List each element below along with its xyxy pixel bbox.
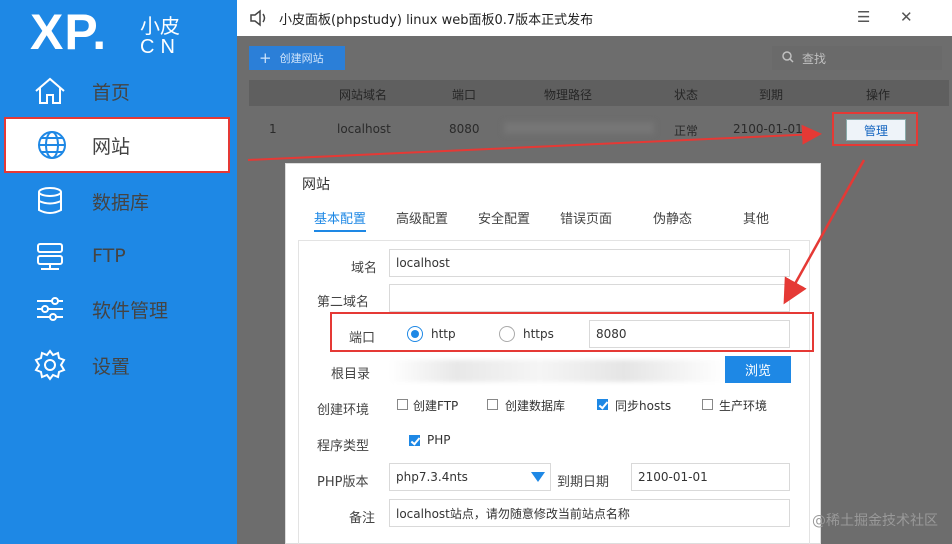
manage-button[interactable]: 管理: [846, 119, 906, 141]
sliders-icon: [32, 291, 68, 327]
sidebar: XP. 小皮 CN 首页 网站 数据库 FTP 软件管理 设置: [0, 0, 237, 544]
search-placeholder: 查找: [802, 51, 827, 66]
table-header: 网站域名 端口 物理路径 状态 到期 操作: [249, 80, 949, 106]
window-title: 小皮面板(phpstudy) linux web面板0.7版本正式发布: [279, 13, 594, 28]
gear-icon: [32, 347, 68, 383]
sidebar-item-software[interactable]: 软件管理: [0, 282, 237, 336]
php-label: PHP: [427, 433, 451, 447]
server-icon: [32, 238, 68, 274]
database-icon: [32, 183, 68, 219]
php-version-select[interactable]: php7.3.4nts: [389, 463, 551, 491]
create-site-label: 创建网站: [279, 52, 324, 65]
tab-error-pages[interactable]: 错误页面: [560, 208, 612, 227]
col-status: 状态: [674, 88, 699, 102]
create-db-checkbox[interactable]: [487, 399, 498, 410]
site-dialog: 网站 基本配置 高级配置 安全配置 错误页面 伪静态 其他 域名 localho…: [285, 163, 821, 544]
create-site-button[interactable]: + 创建网站: [249, 46, 345, 70]
close-icon[interactable]: ✕: [900, 8, 913, 26]
col-expire: 到期: [759, 88, 784, 102]
row-expire: 2100-01-01: [733, 122, 803, 136]
row-index: 1: [269, 122, 277, 136]
create-db-label: 创建数据库: [505, 399, 566, 413]
php-version-label: PHP版本: [317, 475, 369, 490]
search-input[interactable]: 查找: [772, 46, 942, 70]
root-dir-field[interactable]: [389, 360, 725, 382]
create-ftp-checkbox[interactable]: [397, 399, 408, 410]
create-env-label: 创建环境: [317, 403, 370, 418]
sidebar-item-website[interactable]: 网站: [4, 117, 230, 173]
production-env-label: 生产环境: [719, 399, 768, 413]
expire-date-field[interactable]: 2100-01-01: [631, 463, 790, 491]
menu-icon[interactable]: ☰: [857, 8, 870, 26]
tab-other[interactable]: 其他: [743, 208, 769, 227]
tab-advanced[interactable]: 高级配置: [396, 208, 448, 227]
note-field[interactable]: localhost站点，请勿随意修改当前站点名称: [389, 499, 790, 527]
manage-highlight: 管理: [832, 112, 918, 146]
home-icon: [32, 73, 68, 109]
row-domain: localhost: [337, 122, 391, 136]
col-port: 端口: [452, 88, 477, 102]
php-checkbox[interactable]: [409, 435, 420, 446]
production-env-checkbox[interactable]: [702, 399, 713, 410]
second-domain-label: 第二域名: [317, 295, 370, 310]
col-domain: 网站域名: [339, 88, 388, 102]
titlebar: 小皮面板(phpstudy) linux web面板0.7版本正式发布 ☰ ✕: [237, 0, 952, 36]
tab-rewrite[interactable]: 伪静态: [653, 208, 692, 227]
note-label: 备注: [349, 511, 376, 526]
dialog-title: 网站: [302, 177, 330, 193]
logo-cn-top: 小皮: [140, 14, 180, 38]
tab-security[interactable]: 安全配置: [478, 208, 530, 227]
search-icon: [782, 50, 794, 66]
sidebar-item-home[interactable]: 首页: [0, 64, 237, 118]
sidebar-item-label: 设置: [92, 355, 131, 378]
watermark: @稀土掘金技术社区: [812, 513, 938, 529]
second-domain-field[interactable]: [389, 284, 790, 312]
sidebar-item-ftp[interactable]: FTP: [0, 229, 237, 283]
col-path: 物理路径: [544, 88, 593, 102]
sidebar-item-settings[interactable]: 设置: [0, 338, 237, 392]
plus-icon: +: [259, 49, 272, 67]
expire-date-label: 到期日期: [557, 475, 610, 490]
program-type-label: 程序类型: [317, 439, 370, 454]
row-port: 8080: [449, 122, 480, 136]
basic-config-form: 域名 localhost 第二域名 端口 http https 8080 根目录…: [298, 240, 810, 544]
row-status: 正常: [674, 124, 699, 138]
tab-basic[interactable]: 基本配置: [314, 208, 367, 232]
domain-label: 域名: [351, 261, 378, 276]
sidebar-item-database[interactable]: 数据库: [0, 174, 237, 228]
logo-cn-bottom: CN: [140, 36, 181, 58]
domain-field[interactable]: localhost: [389, 249, 790, 277]
chevron-down-icon[interactable]: [531, 472, 545, 482]
col-action: 操作: [866, 88, 891, 102]
php-version-value: php7.3.4nts: [396, 470, 468, 484]
browse-button[interactable]: 浏览: [725, 356, 791, 383]
port-highlight-box: [330, 312, 814, 352]
sidebar-item-label: 数据库: [92, 191, 150, 214]
sync-hosts-label: 同步hosts: [615, 399, 672, 413]
root-dir-label: 根目录: [331, 367, 371, 382]
sidebar-item-label: FTP: [92, 245, 126, 267]
globe-icon: [34, 127, 70, 163]
create-ftp-label: 创建FTP: [413, 399, 459, 413]
sidebar-item-label: 网站: [92, 135, 131, 158]
speaker-icon: [249, 9, 269, 31]
sidebar-item-label: 软件管理: [92, 299, 169, 322]
sidebar-item-label: 首页: [92, 81, 131, 104]
sync-hosts-checkbox[interactable]: [597, 399, 608, 410]
logo-xp: XP.: [30, 4, 108, 60]
row-path-blurred: [504, 122, 654, 134]
